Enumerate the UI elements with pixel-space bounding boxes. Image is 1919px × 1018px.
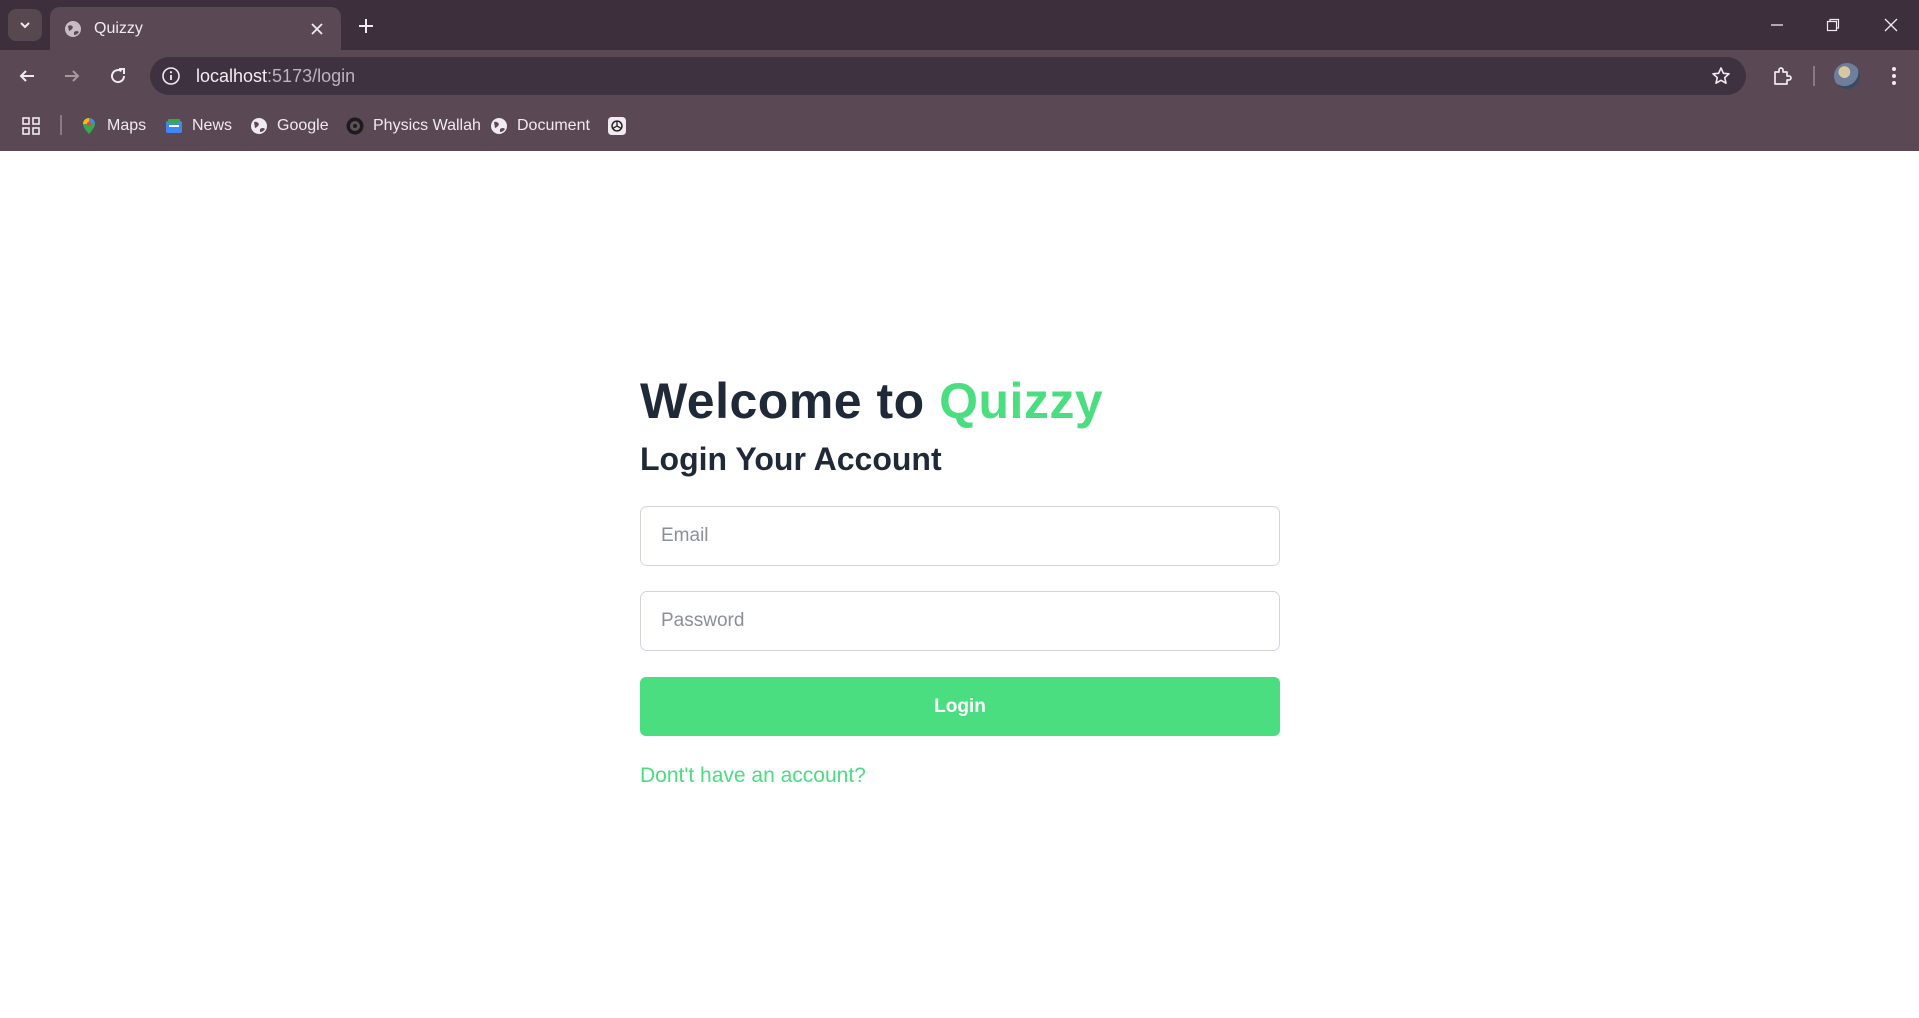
login-form: Welcome to Quizzy Login Your Account Log… <box>640 371 1280 788</box>
password-field[interactable] <box>640 591 1280 651</box>
tab-strip: Quizzy <box>0 0 1919 50</box>
close-window-button[interactable] <box>1873 10 1909 40</box>
bookmark-news[interactable]: News <box>165 114 232 138</box>
restore-button[interactable] <box>1815 10 1851 40</box>
plus-icon <box>359 19 373 33</box>
profile-avatar[interactable] <box>1834 63 1860 89</box>
bookmark-label: News <box>192 117 233 134</box>
bookmark-label: Maps <box>107 117 147 134</box>
browser-toolbar: localhost:5173/login <box>0 50 1919 101</box>
menu-button[interactable] <box>1880 62 1908 90</box>
extensions-button[interactable] <box>1768 62 1796 90</box>
chevron-down-icon <box>20 22 30 29</box>
brand-name: Quizzy <box>939 373 1104 429</box>
address-bar[interactable]: localhost:5173/login <box>150 57 1746 95</box>
welcome-prefix: Welcome to <box>640 373 925 429</box>
apps-button[interactable] <box>22 114 40 138</box>
page-content: Welcome to Quizzy Login Your Account Log… <box>0 151 1919 1018</box>
bookmark-physics-wallah[interactable]: Physics Wallah <box>346 114 481 138</box>
puzzle-icon <box>1774 67 1792 85</box>
url-host: localhost <box>196 66 268 86</box>
bookmark-maps[interactable]: Maps <box>80 114 146 138</box>
forward-button[interactable] <box>57 61 87 91</box>
more-vertical-icon <box>1892 67 1896 85</box>
bookmark-label: Physics Wallah <box>373 117 481 134</box>
tab-search-button[interactable] <box>8 9 42 41</box>
bookmark-openai[interactable] <box>608 114 635 138</box>
browser-tab[interactable]: Quizzy <box>50 7 341 50</box>
close-tab-icon[interactable] <box>307 19 327 39</box>
signup-link[interactable]: Dont't have an account? <box>640 764 866 788</box>
minimize-icon <box>1771 24 1783 26</box>
welcome-heading: Welcome to Quizzy <box>640 371 1280 431</box>
reload-icon <box>111 68 126 84</box>
restore-icon <box>1826 18 1840 32</box>
close-icon <box>1884 18 1898 32</box>
bookmark-label: Document <box>517 117 590 134</box>
arrow-left-icon <box>19 70 34 82</box>
maps-icon <box>80 117 98 135</box>
minimize-button[interactable] <box>1759 10 1795 40</box>
tab-title: Quizzy <box>94 19 143 37</box>
globe-icon <box>250 117 268 135</box>
bookmark-label: Google <box>277 117 329 134</box>
url-path: :5173/login <box>267 66 356 86</box>
news-icon <box>165 117 183 135</box>
arrow-right-icon <box>65 70 80 82</box>
new-tab-button[interactable] <box>354 14 378 38</box>
bookmarks-divider <box>60 115 62 135</box>
reload-button[interactable] <box>103 61 133 91</box>
back-button[interactable] <box>12 61 42 91</box>
pw-icon <box>346 117 364 135</box>
email-field[interactable] <box>640 506 1280 566</box>
login-subtitle: Login Your Account <box>640 441 942 477</box>
bookmark-google[interactable]: Google <box>250 114 329 138</box>
toolbar-divider <box>1813 66 1815 86</box>
apps-grid-icon <box>22 117 40 135</box>
bookmark-document[interactable]: Document <box>490 114 590 138</box>
url-text: localhost:5173/login <box>196 66 355 87</box>
globe-icon <box>490 117 508 135</box>
site-info-icon[interactable] <box>160 65 182 87</box>
bookmark-star-icon[interactable] <box>1710 65 1732 87</box>
openai-icon <box>608 117 626 135</box>
login-button[interactable]: Login <box>640 677 1280 736</box>
globe-icon <box>64 20 82 38</box>
bookmarks-bar: Maps News Google Physics Wallah Document <box>0 101 1919 151</box>
